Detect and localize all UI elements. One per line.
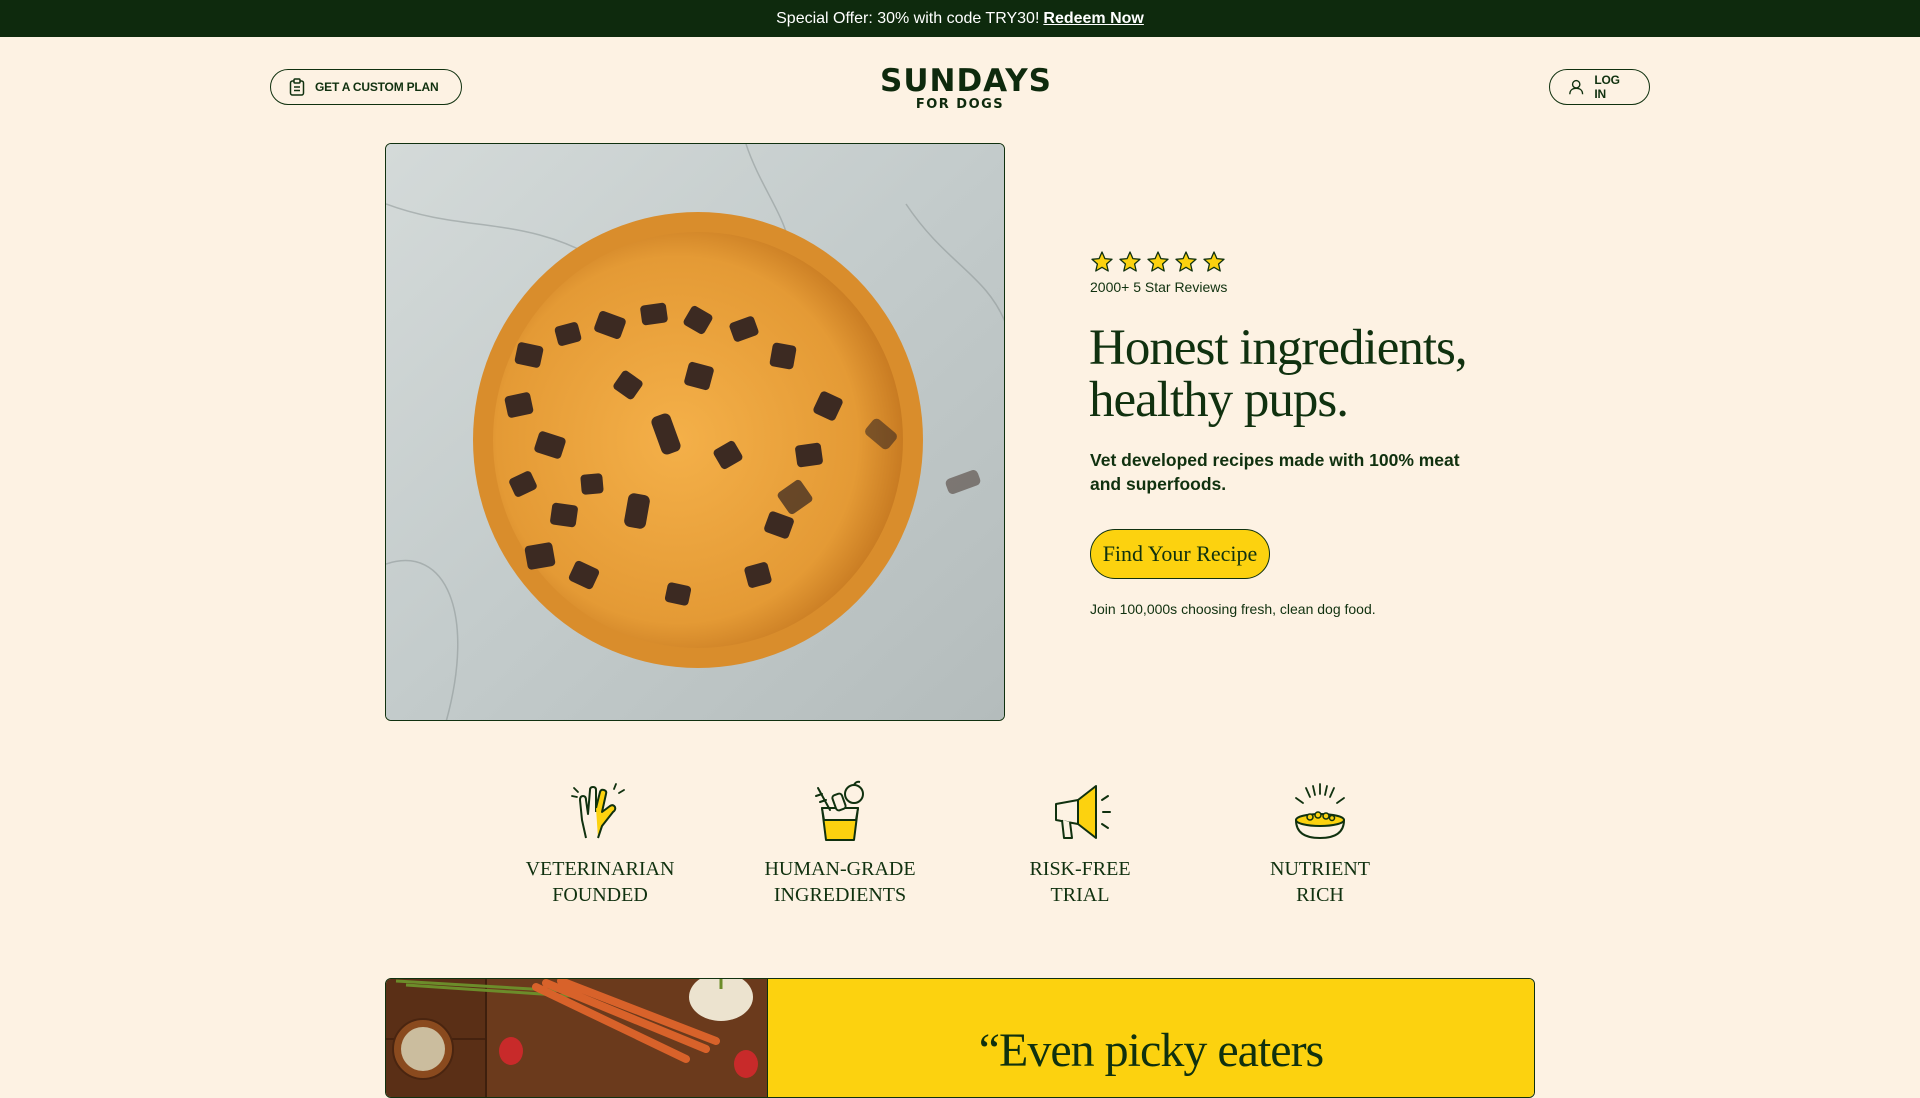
promo-text: Special Offer: 30% with code TRY30!	[776, 9, 1040, 27]
feature-strip: VETERINARIAN FOUNDED HUMAN-GRADE INGREDI…	[0, 780, 1920, 930]
feature-veterinarian-founded: VETERINARIAN FOUNDED	[500, 780, 700, 908]
food-bowl-icon	[1295, 783, 1345, 839]
quote-panel: “Even picky eaters	[768, 979, 1534, 1097]
feature-label-line-2: INGREDIENTS	[773, 884, 907, 906]
redeem-now-link[interactable]: Redeem Now	[1043, 10, 1143, 28]
feature-label: RISK-FREE TRIAL	[980, 856, 1180, 908]
sundays-logo[interactable]: SUNDAYS FOR DOGS	[880, 63, 1052, 114]
star-icon	[1147, 251, 1169, 272]
clipboard-icon	[289, 78, 305, 96]
testimonial-section: “Even picky eaters	[385, 978, 1535, 1098]
promo-bar: Special Offer: 30% with code TRY30! Rede…	[0, 0, 1920, 37]
feature-label: NUTRIENT RICH	[1220, 856, 1420, 908]
join-text: Join 100,000s choosing fresh, clean dog …	[1090, 601, 1376, 617]
groceries-icon	[815, 780, 864, 841]
feature-label-line-2: RICH	[1296, 884, 1344, 906]
star-icon	[1091, 251, 1113, 272]
headline-line-1: Honest ingredients,	[1089, 320, 1468, 376]
megaphone-icon	[1055, 785, 1111, 839]
feature-label-line-2: FOUNDED	[552, 884, 648, 906]
logo-wordmark: SUNDAYS	[880, 63, 1052, 99]
login-button[interactable]: LOG IN	[1549, 69, 1650, 105]
feature-human-grade-ingredients: HUMAN-GRADE INGREDIENTS	[740, 780, 940, 908]
feature-label-line-1: VETERINARIAN	[525, 858, 675, 880]
feature-nutrient-rich: NUTRIENT RICH	[1220, 780, 1420, 908]
hero-subheadline: Vet developed recipes made with 100% mea…	[1090, 450, 1460, 494]
star-icon	[1175, 251, 1197, 272]
high-five-icon	[571, 783, 625, 839]
feature-label-line-1: HUMAN-GRADE	[764, 858, 916, 880]
star-icon	[1203, 251, 1225, 272]
get-custom-plan-button[interactable]: GET A CUSTOM PLAN	[270, 69, 462, 105]
reviews-count: 2000+ 5 Star Reviews	[1090, 279, 1228, 295]
headline-line-2: healthy pups.	[1089, 372, 1349, 428]
user-icon	[1569, 79, 1584, 95]
hero-image-dog-bowl	[385, 143, 1005, 721]
star-rating	[1090, 250, 1226, 274]
find-your-recipe-button[interactable]: Find Your Recipe	[1090, 529, 1270, 579]
feature-label-line-1: NUTRIENT	[1270, 858, 1370, 880]
testimonial-quote: “Even picky eaters	[978, 1024, 1324, 1077]
feature-label-line-1: RISK-FREE	[1029, 858, 1131, 880]
hero-headline: Honest ingredients, healthy pups.	[1089, 322, 1569, 426]
ingredients-photo	[386, 979, 768, 1097]
feature-label: HUMAN-GRADE INGREDIENTS	[740, 856, 940, 908]
feature-label: VETERINARIAN FOUNDED	[500, 856, 700, 908]
feature-label-line-2: TRIAL	[1050, 884, 1110, 906]
star-icon	[1119, 251, 1141, 272]
get-custom-plan-label: GET A CUSTOM PLAN	[315, 80, 439, 94]
login-label: LOG IN	[1594, 73, 1620, 101]
feature-risk-free-trial: RISK-FREE TRIAL	[980, 780, 1180, 908]
logo-subtitle: FOR DOGS	[915, 97, 1005, 112]
